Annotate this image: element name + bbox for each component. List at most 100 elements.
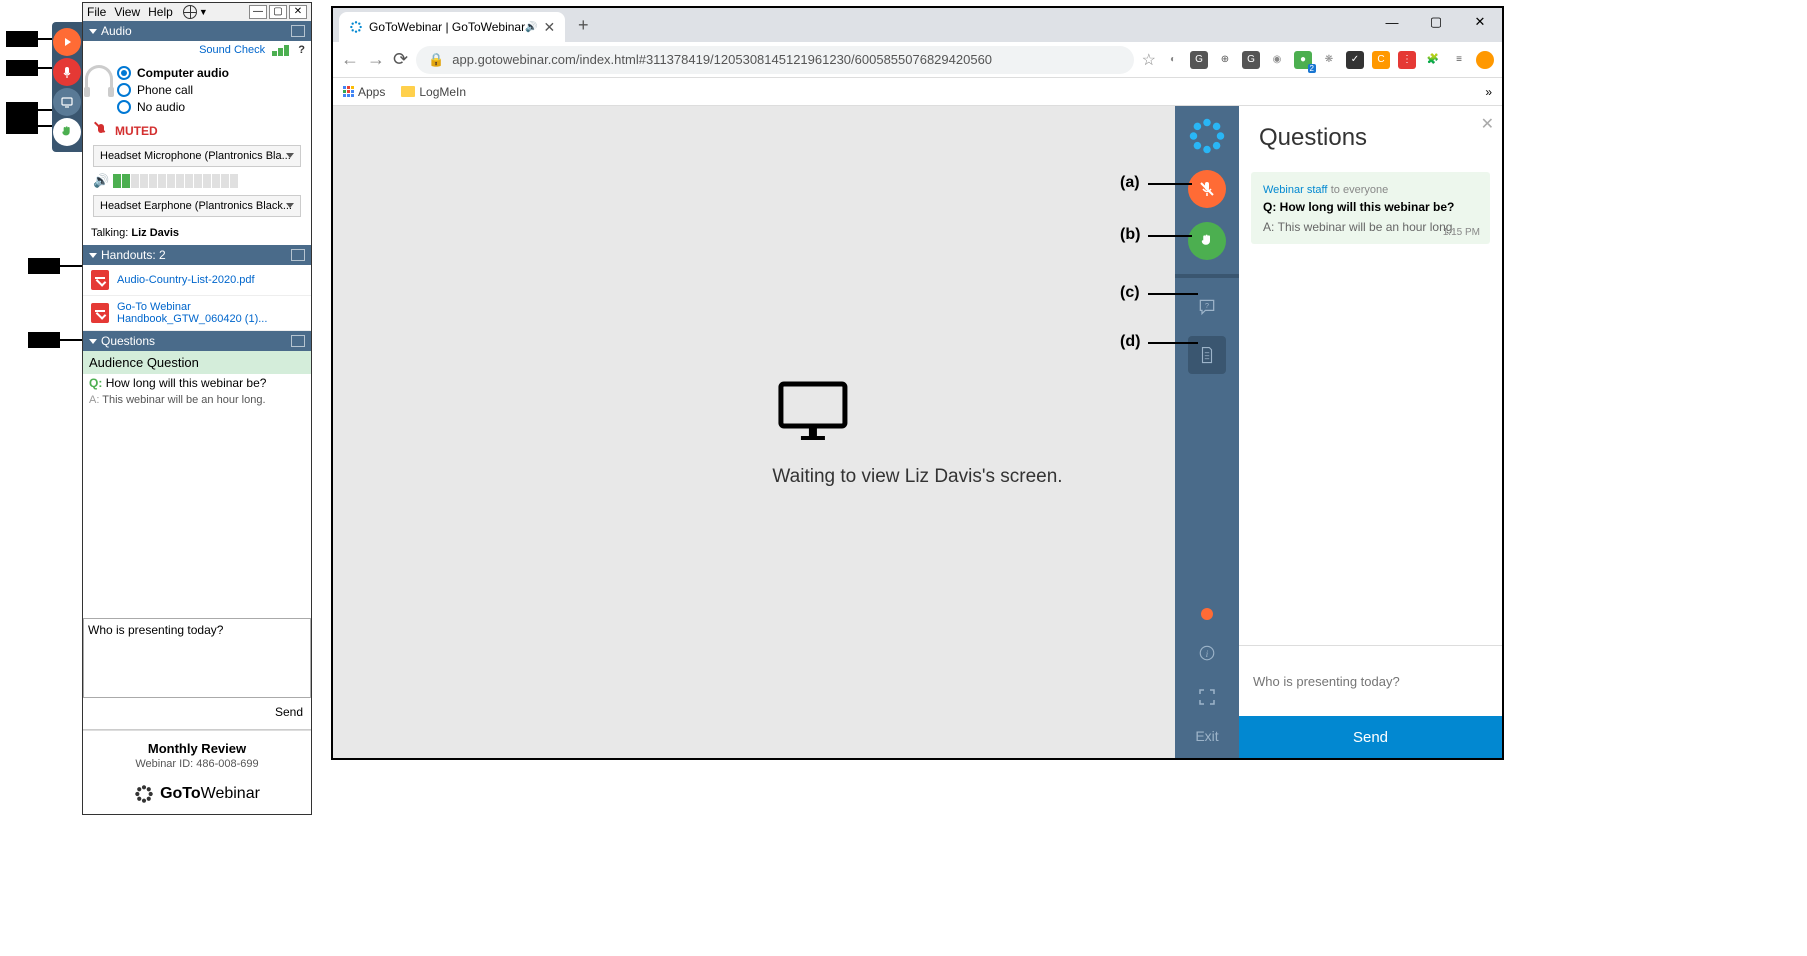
window-minimize[interactable]: — [1370, 8, 1414, 36]
annotation-connector-box [6, 31, 38, 47]
ext-icon[interactable]: G [1190, 51, 1208, 69]
new-tab-button[interactable]: + [569, 15, 597, 36]
annotation-connector-line [60, 339, 84, 341]
ext-icon-badge[interactable]: ●2 [1294, 51, 1312, 69]
handout-item[interactable]: Go-To Webinar Handbook_GTW_060420 (1)... [83, 296, 311, 331]
exit-button[interactable]: Exit [1195, 722, 1218, 750]
collapse-arrow-button[interactable] [53, 28, 81, 56]
extensions-puzzle-icon[interactable]: 🧩 [1424, 51, 1442, 69]
radio-label: No audio [137, 100, 185, 114]
question-input[interactable]: Who is presenting today? [83, 618, 311, 698]
extension-icons: ◐ G ⊕ G ◉ ●2 ❋ ✓ C ⋮ 🧩 ≡ [1164, 51, 1494, 69]
gotowebinar-control-panel: File View Help ▼ — ▢ ✕ Audio Sound Check… [82, 2, 312, 815]
monitor-icon [772, 376, 852, 446]
radio-phone-call[interactable]: Phone call [117, 83, 311, 97]
language-globe-icon[interactable] [183, 5, 197, 19]
annotation-label-d: (d) [1120, 333, 1140, 351]
annotation-line [1148, 235, 1192, 237]
question-card: Webinar staff to everyone Q: How long wi… [1251, 172, 1490, 244]
star-bookmark-icon[interactable]: ☆ [1142, 50, 1156, 70]
close-icon[interactable]: ✕ [1481, 114, 1494, 134]
bookmarks-apps[interactable]: Apps [343, 85, 385, 99]
brand-logo: GoToWebinar [83, 776, 311, 814]
webinar-footer: Monthly Review Webinar ID: 486-008-699 [83, 730, 311, 776]
fullscreen-button[interactable] [1188, 678, 1226, 716]
popout-icon[interactable] [291, 249, 305, 261]
section-header-questions[interactable]: Questions [83, 331, 311, 351]
a-prefix: A: [89, 394, 99, 406]
minimize-button[interactable]: — [249, 5, 267, 19]
menu-view[interactable]: View [114, 5, 140, 19]
section-header-audio[interactable]: Audio [83, 21, 311, 41]
ext-icon[interactable]: C [1372, 51, 1390, 69]
questions-header: Questions ✕ [1239, 106, 1502, 164]
collapse-triangle-icon [89, 253, 97, 258]
mic-device-label: Headset Microphone (Plantronics Bla... [100, 150, 291, 162]
nav-reload[interactable]: ⟳ [393, 49, 408, 70]
dropdown-arrow-icon: ▼ [199, 7, 208, 17]
close-button[interactable]: ✕ [289, 5, 307, 19]
mic-toggle-button[interactable] [53, 58, 81, 86]
waiting-text: Waiting to view Liz Davis's screen. [772, 466, 1062, 488]
chevron-down-icon [286, 203, 294, 208]
maximize-button[interactable]: ▢ [269, 5, 287, 19]
popout-icon[interactable] [291, 335, 305, 347]
speaker-device-label: Headset Earphone (Plantronics Black... [100, 200, 292, 212]
bookmarks-overflow[interactable]: » [1485, 85, 1492, 99]
sound-check-link[interactable]: Sound Check [199, 44, 265, 56]
ext-icon[interactable]: ✓ [1346, 51, 1364, 69]
question-row: Q: How long will this webinar be? [83, 374, 311, 392]
ext-icon[interactable]: ⋮ [1398, 51, 1416, 69]
bookmark-folder-logmein[interactable]: LogMeIn [401, 85, 466, 99]
popout-icon[interactable] [291, 25, 305, 37]
tab-favicon [349, 20, 363, 34]
profile-avatar[interactable] [1476, 51, 1494, 69]
raise-hand-button[interactable] [53, 118, 81, 146]
incognito-icon[interactable]: ◐ [1164, 51, 1182, 69]
timestamp: 1:15 PM [1443, 227, 1480, 238]
browser-tab[interactable]: GoToWebinar | GoToWebinar 🔊 ✕ [339, 12, 565, 42]
address-bar[interactable]: 🔒 app.gotowebinar.com/index.html#3113784… [416, 46, 1134, 74]
menu-help[interactable]: Help [148, 5, 173, 19]
answer-row: A: This webinar will be an hour long. [83, 392, 311, 408]
ext-icon[interactable]: ⊕ [1216, 51, 1234, 69]
radio-label: Computer audio [137, 66, 229, 80]
window-maximize[interactable]: ▢ [1414, 8, 1458, 36]
browser-toolbar: ← → ⟳ 🔒 app.gotowebinar.com/index.html#3… [333, 42, 1502, 78]
brand-light: Webinar [201, 785, 260, 803]
question-line: Q: How long will this webinar be? [1263, 200, 1478, 214]
send-button[interactable]: Send [275, 705, 303, 719]
mute-mic-button[interactable] [1188, 170, 1226, 208]
speaker-device-select[interactable]: Headset Earphone (Plantronics Black... [93, 195, 301, 217]
question-input-field[interactable] [1239, 646, 1502, 716]
mic-device-select[interactable]: Headset Microphone (Plantronics Bla... [93, 145, 301, 167]
reading-list-icon[interactable]: ≡ [1450, 51, 1468, 69]
screen-share-button[interactable] [53, 88, 81, 116]
tab-close-icon[interactable]: ✕ [544, 19, 556, 36]
nav-forward[interactable]: → [367, 49, 385, 70]
ext-icon[interactable]: ◉ [1268, 51, 1286, 69]
annotation-line [1148, 293, 1198, 295]
svg-text:i: i [1206, 649, 1209, 660]
raise-hand-button[interactable] [1188, 222, 1226, 260]
tab-sound-icon[interactable]: 🔊 [525, 22, 537, 33]
speaker-icon: 🔊 [93, 173, 109, 189]
gotowebinar-logo-icon[interactable] [1189, 118, 1225, 154]
handout-item[interactable]: Audio-Country-List-2020.pdf [83, 265, 311, 296]
radio-selected-icon [117, 66, 131, 80]
radio-computer-audio[interactable]: Computer audio [117, 66, 311, 80]
info-button[interactable]: i [1188, 634, 1226, 672]
pdf-icon [91, 303, 109, 323]
radio-no-audio[interactable]: No audio [117, 100, 311, 114]
menu-file[interactable]: File [87, 5, 106, 19]
help-icon[interactable]: ? [298, 44, 305, 56]
send-button[interactable]: Send [1239, 716, 1502, 758]
annotation-label-a: (a) [1120, 174, 1140, 192]
control-panel-grab-tabs [52, 22, 82, 152]
ext-icon[interactable]: ❋ [1320, 51, 1338, 69]
nav-back[interactable]: ← [341, 49, 359, 70]
section-header-handouts[interactable]: Handouts: 2 [83, 245, 311, 265]
question-text: How long will this webinar be? [1280, 200, 1455, 214]
ext-icon[interactable]: G [1242, 51, 1260, 69]
window-close[interactable]: ✕ [1458, 8, 1502, 36]
